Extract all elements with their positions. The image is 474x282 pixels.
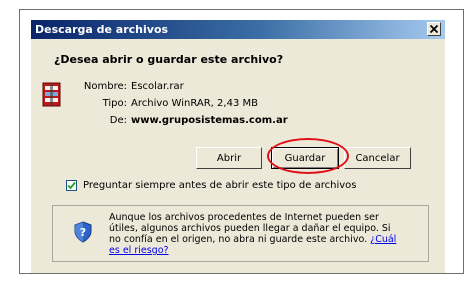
title-bar[interactable]: Descarga de archivos [31,20,445,39]
ask-always-row: Preguntar siempre antes de abrir este ti… [66,180,357,191]
name-row: Nombre: Escolar.rar [69,81,184,92]
close-icon [430,25,438,33]
name-value: Escolar.rar [131,81,184,92]
ask-always-label: Preguntar siempre antes de abrir este ti… [83,180,357,191]
type-label: Tipo: [102,98,127,109]
name-label: Nombre: [83,81,127,92]
security-warning-text: Aunque los archivos procedentes de Inter… [109,212,399,256]
dialog-title: Descarga de archivos [35,23,169,36]
from-label: De: [109,115,127,126]
type-row: Tipo: Archivo WinRAR, 2,43 MB [69,98,258,109]
warning-message: Aunque los archivos procedentes de Inter… [109,212,391,245]
from-row: De: www.gruposistemas.com.ar [69,115,288,126]
svg-text:?: ? [80,226,86,239]
dialog-question: ¿Desea abrir o guardar este archivo? [54,53,284,66]
highlight-circle [267,138,349,174]
file-download-dialog: Descarga de archivos ¿Desea abrir o guar… [31,20,445,273]
open-button[interactable]: Abrir [196,147,262,169]
ask-always-checkbox[interactable] [66,180,77,191]
shield-question-icon: ? [74,221,92,247]
from-value: www.gruposistemas.com.ar [131,115,288,126]
close-button[interactable] [427,22,441,36]
winrar-file-icon [41,82,63,112]
type-value: Archivo WinRAR, 2,43 MB [131,98,258,109]
cancel-button[interactable]: Cancelar [344,147,411,169]
check-icon [67,181,76,190]
